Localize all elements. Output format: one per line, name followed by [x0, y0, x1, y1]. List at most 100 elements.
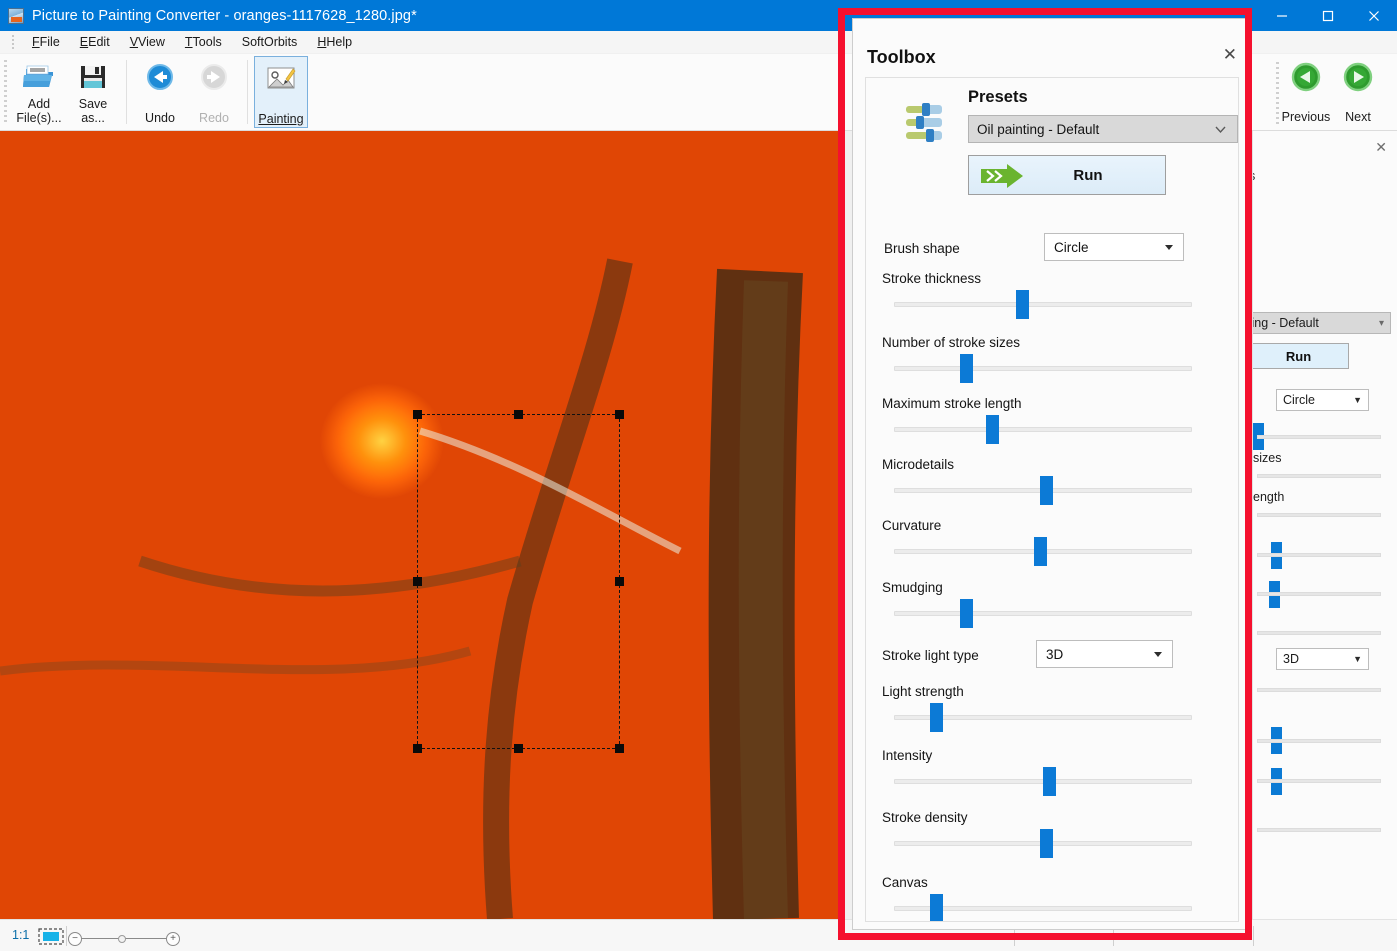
slider-thumb[interactable]: [1040, 829, 1054, 858]
label-stroke-thickness: Stroke thickness: [882, 271, 982, 286]
selection-handle-nw[interactable]: [413, 410, 422, 419]
slider-maximum-stroke-length[interactable]: [894, 415, 1192, 444]
next-label: Next: [1345, 110, 1371, 124]
slider-thumb[interactable]: [959, 354, 973, 383]
slider-stroke-density[interactable]: [894, 829, 1192, 858]
right-panel-track-9[interactable]: [1257, 779, 1381, 783]
undo-arrow-icon: [143, 62, 177, 94]
selection-handle-ne[interactable]: [615, 410, 624, 419]
label-curvature: Curvature: [882, 518, 942, 533]
close-button[interactable]: [1351, 0, 1397, 31]
right-panel-track-5[interactable]: [1257, 592, 1381, 596]
save-as-button[interactable]: Save as...: [66, 56, 120, 128]
right-panel-brush-shape-combo[interactable]: Circle ▼: [1276, 389, 1369, 411]
selection-handle-e[interactable]: [615, 577, 624, 586]
menu-label-help: Help: [326, 35, 353, 49]
undo-button[interactable]: Undo: [133, 56, 187, 128]
selection-rectangle[interactable]: [413, 410, 624, 753]
label-intensity: Intensity: [882, 748, 933, 763]
selection-handle-n[interactable]: [514, 410, 523, 419]
slider-light-strength[interactable]: [894, 703, 1192, 732]
painting-label-text: Painting: [258, 112, 304, 126]
menu-item-view[interactable]: VView: [120, 33, 175, 51]
toolbar-grip-icon: [3, 60, 9, 124]
caret-down-icon: ▼: [1353, 395, 1362, 405]
redo-button[interactable]: Redo: [187, 56, 241, 128]
fit-to-window-icon[interactable]: [38, 928, 64, 945]
slider-smudging[interactable]: [894, 599, 1192, 628]
slider-thumb[interactable]: [959, 599, 973, 628]
right-panel-label-stroke-sizes: sizes: [1253, 451, 1282, 465]
zoom-out-icon[interactable]: −: [68, 932, 82, 946]
slider-thumb[interactable]: [1016, 290, 1030, 319]
right-panel-run-button[interactable]: Run: [1253, 343, 1349, 369]
right-panel-track-2[interactable]: [1257, 474, 1381, 478]
slider-thumb[interactable]: [986, 415, 1000, 444]
previous-label: Previous: [1281, 110, 1331, 124]
slider-thumb[interactable]: [929, 703, 943, 732]
right-panel-track-8[interactable]: [1257, 739, 1381, 743]
right-panel-track-4[interactable]: [1257, 553, 1381, 557]
slider-thumb[interactable]: [1040, 476, 1054, 505]
save-as-label: Save as...: [79, 97, 108, 125]
menu-label-view: View: [138, 35, 165, 49]
previous-button[interactable]: Previous: [1280, 56, 1332, 128]
label-number-stroke-sizes: Number of stroke sizes: [882, 335, 1021, 350]
slider-stroke-thickness[interactable]: [894, 290, 1192, 319]
right-panel-track-1[interactable]: [1257, 435, 1381, 439]
maximize-button[interactable]: [1305, 0, 1351, 31]
label-canvas: Canvas: [882, 875, 928, 890]
zoom-in-icon[interactable]: +: [166, 932, 180, 946]
zoom-ratio-label: 1:1: [12, 928, 30, 942]
run-button[interactable]: Run: [968, 155, 1166, 195]
caret-down-icon: ▼: [1353, 654, 1362, 664]
toolbox-close-button[interactable]: ✕: [1223, 45, 1237, 65]
zoom-slider[interactable]: − +: [68, 932, 180, 946]
selection-handle-w[interactable]: [413, 577, 422, 586]
stroke-light-type-value: 3D: [1046, 646, 1064, 662]
slider-track: [894, 302, 1192, 307]
stroke-light-type-select[interactable]: 3D: [1036, 640, 1173, 668]
add-files-button[interactable]: Add File(s)...: [12, 56, 66, 128]
label-maximum-stroke-length: Maximum stroke length: [882, 396, 1022, 411]
right-panel-track-10[interactable]: [1257, 828, 1381, 832]
right-panel-track-3[interactable]: [1257, 513, 1381, 517]
chevron-down-icon: [1213, 122, 1228, 137]
zoom-slider-knob[interactable]: [118, 935, 126, 943]
add-files-label-line2: File(s)...: [16, 111, 62, 125]
right-panel-stroke-light-combo[interactable]: 3D ▼: [1276, 648, 1369, 670]
slider-intensity[interactable]: [894, 767, 1192, 796]
save-as-label-line2: as...: [81, 111, 105, 125]
right-panel-preset-value: ting - Default: [1252, 316, 1319, 330]
menu-item-help[interactable]: HHelp: [307, 33, 362, 51]
slider-thumb[interactable]: [929, 894, 943, 921]
undo-label: Undo: [145, 111, 175, 125]
right-panel-track-7[interactable]: [1257, 688, 1381, 692]
right-panel-preset-combo[interactable]: ting - Default ▾: [1252, 312, 1391, 334]
slider-microdetails[interactable]: [894, 476, 1192, 505]
slider-number-stroke-sizes[interactable]: [894, 354, 1192, 383]
selection-border: [417, 414, 620, 749]
selection-handle-s[interactable]: [514, 744, 523, 753]
menu-item-file[interactable]: FFile: [22, 33, 70, 51]
menu-label-edit: Edit: [88, 35, 110, 49]
slider-curvature[interactable]: [894, 537, 1192, 566]
slider-thumb[interactable]: [1034, 537, 1048, 566]
brush-shape-select[interactable]: Circle: [1044, 233, 1184, 261]
right-panel-track-6[interactable]: [1257, 631, 1381, 635]
menu-item-softorbits[interactable]: SoftOrbits: [232, 33, 308, 51]
selection-handle-sw[interactable]: [413, 744, 422, 753]
selection-handle-se[interactable]: [615, 744, 624, 753]
menu-item-tools[interactable]: TTools: [175, 33, 232, 51]
next-button[interactable]: Next: [1332, 56, 1384, 128]
minimize-button[interactable]: [1259, 0, 1305, 31]
slider-canvas[interactable]: [894, 894, 1192, 921]
next-arrow-icon: [1341, 62, 1375, 94]
preset-select[interactable]: Oil painting - Default: [968, 115, 1238, 143]
image-canvas[interactable]: [0, 131, 840, 919]
toolbar-group-file: Add File(s)... Save as... Undo Redo Pain…: [12, 56, 308, 129]
painting-button[interactable]: Painting: [254, 56, 308, 128]
right-panel-close-icon[interactable]: ✕: [1375, 139, 1387, 156]
menu-item-edit[interactable]: EEdit: [70, 33, 120, 51]
slider-thumb[interactable]: [1043, 767, 1056, 796]
